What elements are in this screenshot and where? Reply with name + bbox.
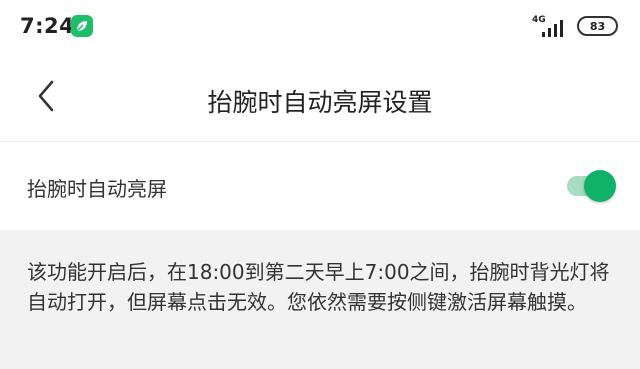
battery-level: 83 — [589, 19, 606, 33]
status-bar: 7:24 4G 83 — [0, 0, 640, 56]
status-time: 7:24 — [20, 14, 75, 38]
page-header: 抬腕时自动亮屏设置 — [0, 56, 640, 142]
info-text: 该功能开启后，在18:00到第二天早上7:00之间，抬腕时背光灯将自动打开，但屏… — [27, 260, 610, 314]
setting-row-raise-to-wake: 抬腕时自动亮屏 — [0, 142, 640, 230]
leaf-app-icon — [71, 15, 93, 37]
info-panel: 该功能开启后，在18:00到第二天早上7:00之间，抬腕时背光灯将自动打开，但屏… — [0, 230, 640, 369]
page-title: 抬腕时自动亮屏设置 — [207, 88, 433, 117]
toggle-thumb — [584, 170, 616, 202]
raise-to-wake-toggle[interactable] — [567, 170, 617, 202]
signal-icon: 4G — [532, 15, 570, 37]
setting-label: 抬腕时自动亮屏 — [27, 177, 167, 201]
battery-icon: 83 — [577, 16, 618, 36]
